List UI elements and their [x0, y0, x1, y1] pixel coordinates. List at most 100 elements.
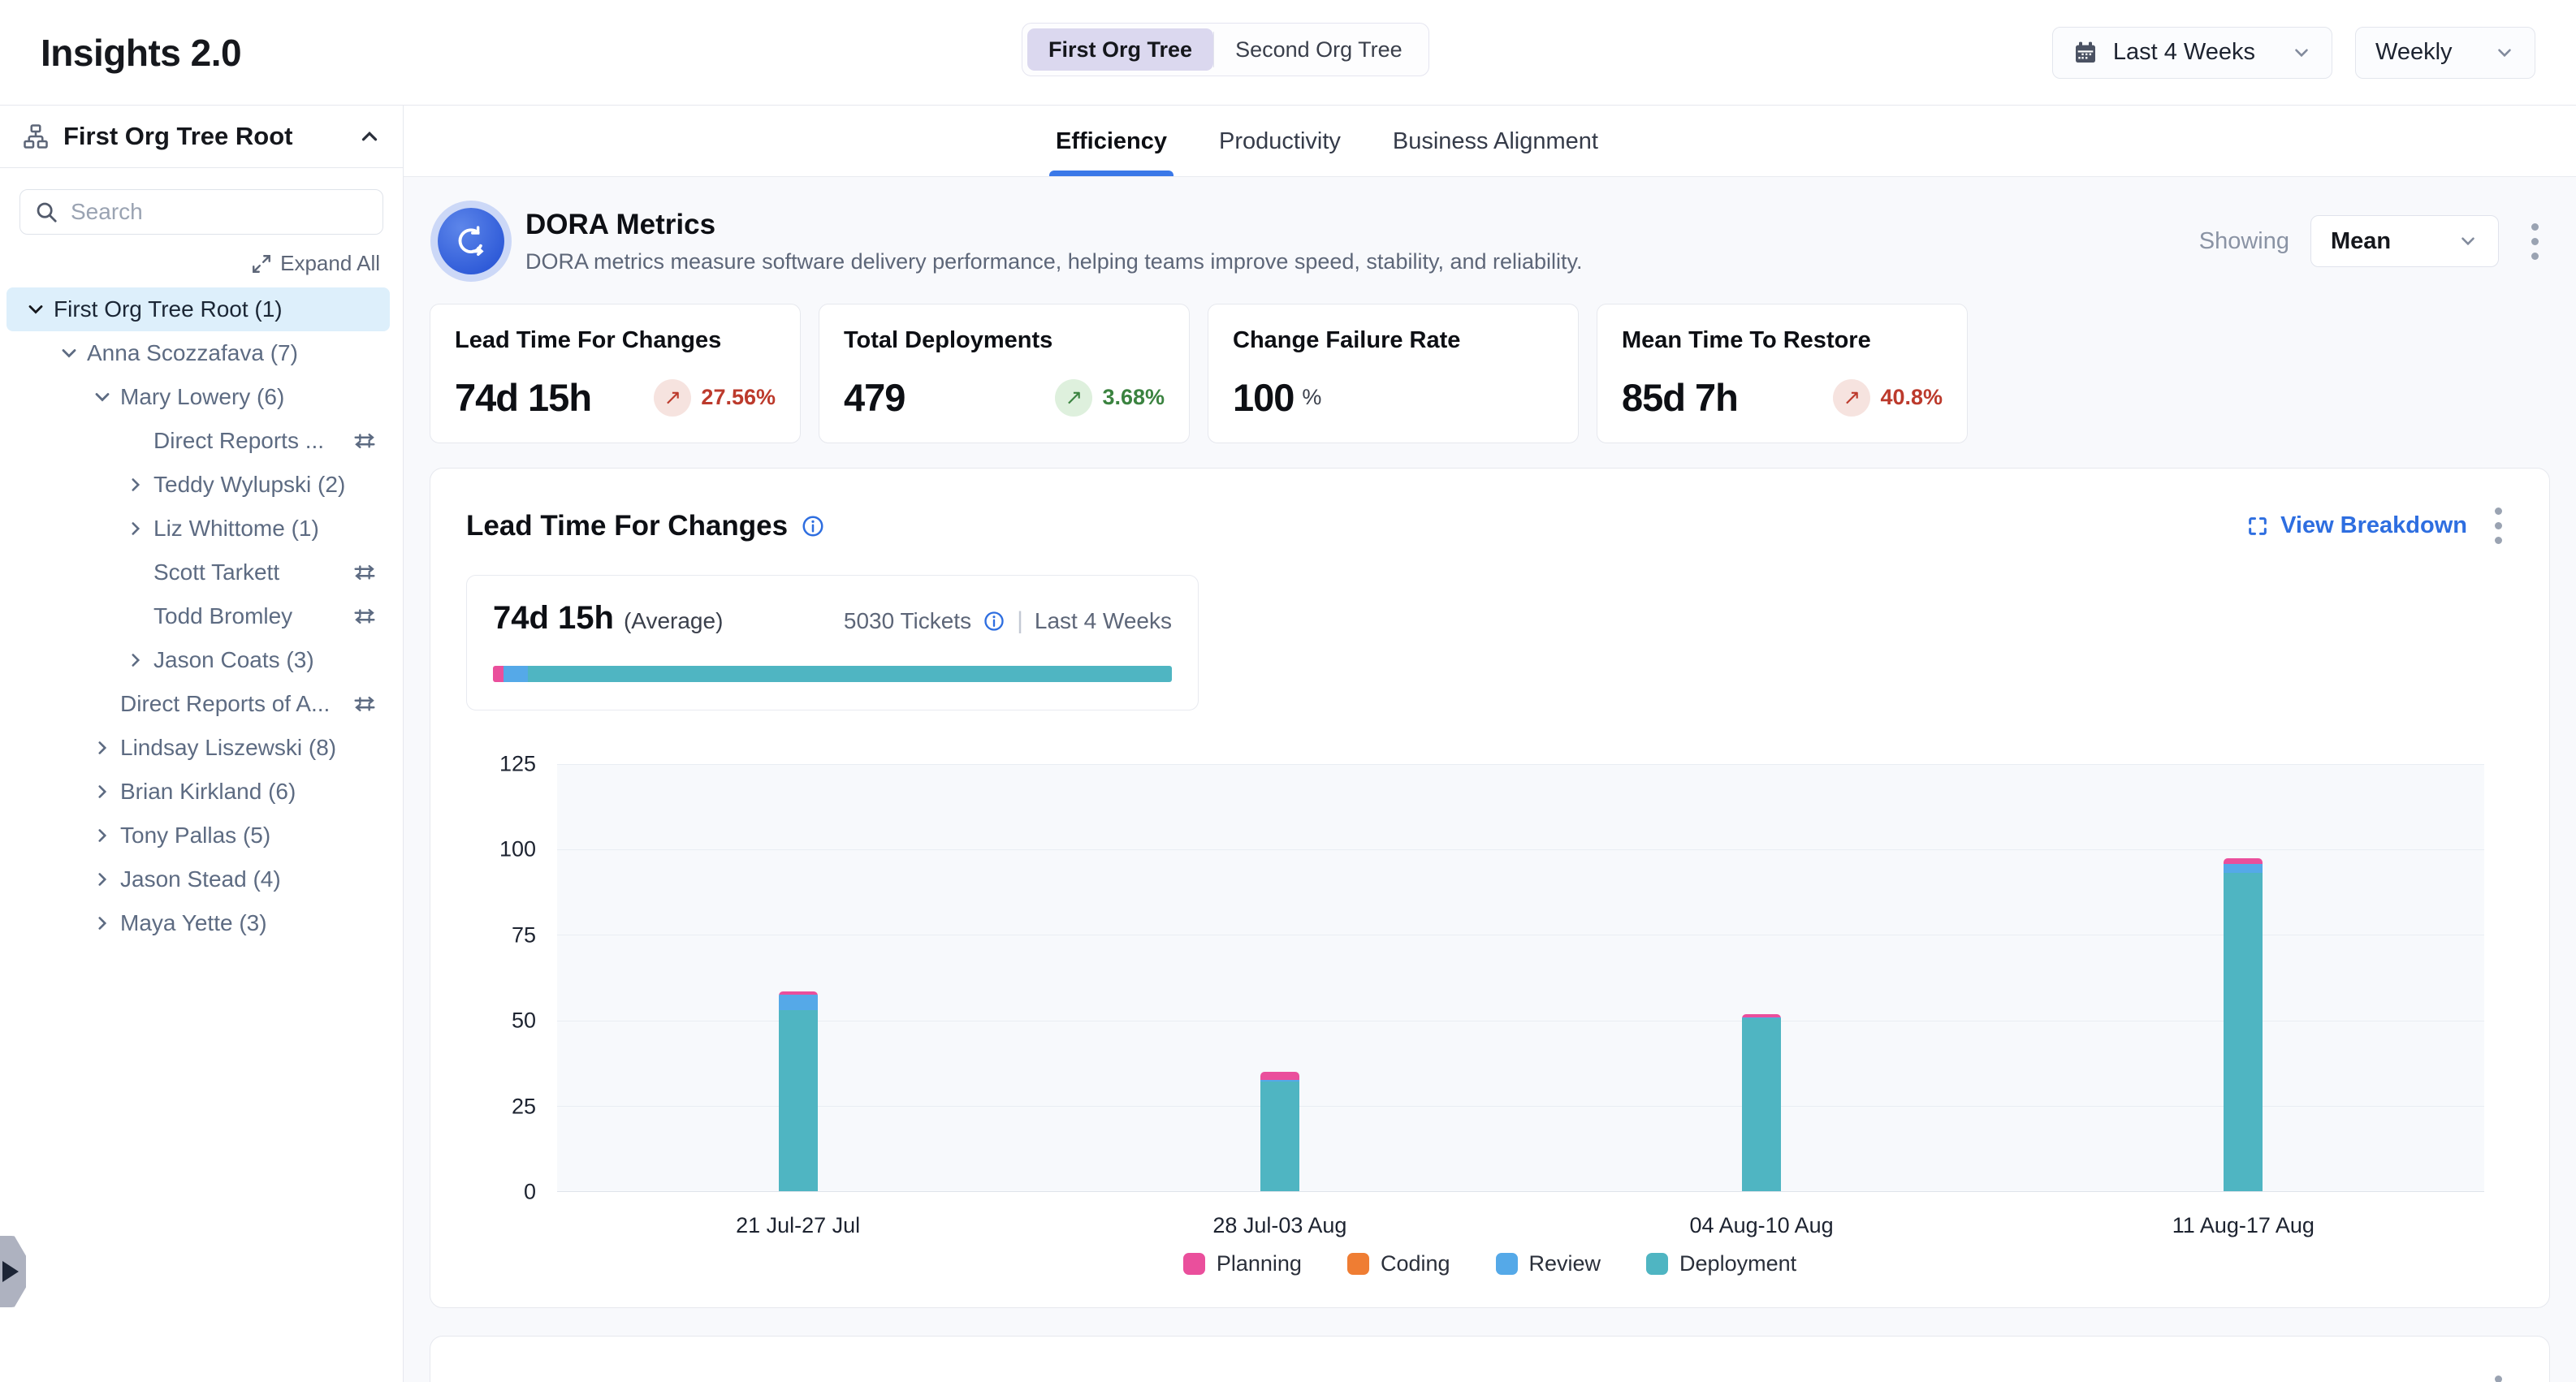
chevron-down-icon[interactable] — [84, 386, 120, 408]
period-select[interactable]: Last 4 Weeks — [2052, 27, 2332, 79]
org-tree-tab[interactable]: Second Org Tree — [1214, 28, 1424, 71]
x-axis-label: 11 Aug-17 Aug — [2172, 1213, 2315, 1238]
bar-04-Aug-10-Aug[interactable] — [1742, 1014, 1781, 1191]
legend-label: Coding — [1381, 1251, 1450, 1276]
legend-item-coding[interactable]: Coding — [1347, 1251, 1450, 1276]
period-select-value: Last 4 Weeks — [2113, 39, 2255, 66]
showing-label: Showing — [2199, 228, 2289, 255]
trend-up-icon: ↗ — [1055, 379, 1092, 417]
chevron-right-icon[interactable] — [118, 518, 153, 539]
org-tree-root-label: First Org Tree Root — [63, 122, 344, 151]
filter-settings-icon[interactable] — [351, 690, 378, 718]
tree-item[interactable]: Brian Kirkland (6) — [6, 770, 390, 814]
tree-item-label: Jason Coats (3) — [153, 647, 314, 673]
y-axis-tick: 25 — [466, 1094, 536, 1119]
chevron-right-icon[interactable] — [84, 737, 120, 758]
lead-time-chart: 025507510012521 Jul-27 Jul28 Jul-03 Aug0… — [466, 746, 2513, 1245]
stat-card-title: Lead Time For Changes — [455, 327, 776, 354]
search-icon — [34, 200, 58, 224]
tree-item-label: Brian Kirkland (6) — [120, 779, 296, 805]
summary-divider: | — [1017, 607, 1023, 635]
legend-label: Deployment — [1679, 1251, 1796, 1276]
search-input[interactable] — [19, 189, 383, 235]
info-icon[interactable] — [983, 610, 1005, 633]
sidebar: First Org Tree Root Expand All First Org… — [0, 106, 404, 1382]
chevron-right-icon[interactable] — [84, 825, 120, 846]
summary-qualifier: (Average) — [624, 608, 723, 634]
bar-28-Jul-03-Aug[interactable] — [1260, 1072, 1299, 1191]
chevron-down-icon[interactable] — [51, 342, 87, 365]
granularity-select[interactable]: Weekly — [2355, 27, 2535, 79]
filter-settings-icon[interactable] — [351, 427, 378, 455]
legend-swatch — [1347, 1253, 1369, 1275]
legend-label: Planning — [1217, 1251, 1302, 1276]
tab-productivity[interactable]: Productivity — [1219, 128, 1341, 176]
tree-item[interactable]: First Org Tree Root (1) — [6, 287, 390, 331]
org-tree-header[interactable]: First Org Tree Root — [0, 106, 403, 168]
chevron-right-icon[interactable] — [118, 474, 153, 495]
tree-item[interactable]: Teddy Wylupski (2) — [6, 463, 390, 507]
legend-item-review[interactable]: Review — [1496, 1251, 1601, 1276]
filter-settings-icon[interactable] — [351, 602, 378, 630]
sidebar-collapse-handle[interactable] — [0, 1236, 26, 1307]
dora-kebab-menu[interactable] — [2520, 215, 2550, 268]
stat-card-unit: % — [1302, 385, 1321, 410]
chevron-right-icon[interactable] — [84, 913, 120, 934]
chevron-right-icon[interactable] — [84, 869, 120, 890]
bar-21-Jul-27-Jul[interactable] — [779, 991, 818, 1191]
stat-card-value: 479 — [844, 375, 905, 420]
tree-item[interactable]: Direct Reports ... — [6, 419, 390, 463]
chevron-down-icon — [2457, 231, 2479, 252]
lead-time-title: Lead Time For Changes — [466, 510, 788, 542]
tree-item[interactable]: Maya Yette (3) — [6, 901, 390, 945]
dora-metrics-icon — [438, 208, 504, 274]
x-axis-label: 21 Jul-27 Jul — [736, 1213, 860, 1238]
tree-item[interactable]: Lindsay Liszewski (8) — [6, 726, 390, 770]
stat-card: Total Deployments479↗3.68% — [819, 304, 1190, 443]
tree-item[interactable]: Todd Bromley — [6, 594, 390, 638]
org-chart-icon — [21, 122, 50, 151]
tree-item[interactable]: Anna Scozzafava (7) — [6, 331, 390, 375]
app-header: Insights 2.0 First Org TreeSecond Org Tr… — [0, 0, 2576, 106]
y-axis-tick: 0 — [466, 1180, 536, 1205]
stat-card-value: 100 — [1233, 375, 1294, 420]
chevron-right-icon[interactable] — [118, 650, 153, 671]
showing-select[interactable]: Mean — [2310, 215, 2499, 267]
view-breakdown-label: View Breakdown — [2280, 512, 2467, 539]
bar-segment-deployment — [779, 1010, 818, 1191]
tree-item[interactable]: Jason Coats (3) — [6, 638, 390, 682]
filter-settings-icon[interactable] — [351, 559, 378, 586]
chevron-right-icon[interactable] — [84, 781, 120, 802]
tree-item[interactable]: Liz Whittome (1) — [6, 507, 390, 551]
bar-11-Aug-17-Aug[interactable] — [2224, 858, 2263, 1191]
dora-title: DORA Metrics — [525, 209, 1583, 241]
info-icon[interactable] — [801, 514, 825, 538]
content: DORA Metrics DORA metrics measure softwa… — [404, 177, 2576, 1382]
chevron-down-icon[interactable] — [18, 298, 54, 321]
lead-time-view-breakdown[interactable]: View Breakdown — [2246, 512, 2467, 539]
x-axis-label: 04 Aug-10 Aug — [1690, 1213, 1834, 1238]
tree-item[interactable]: Tony Pallas (5) — [6, 814, 390, 857]
tree-item-label: Anna Scozzafava (7) — [87, 340, 298, 366]
expand-all-button[interactable]: Expand All — [251, 251, 380, 276]
distribution-segment-deployment — [528, 666, 1172, 682]
deployment-frequency-kebab-menu[interactable] — [2483, 1367, 2513, 1382]
bar-segment-review — [779, 995, 818, 1010]
y-axis-tick: 75 — [466, 922, 536, 948]
tree-item[interactable]: Direct Reports of A... — [6, 682, 390, 726]
stat-card-delta: 3.68% — [1102, 385, 1165, 410]
tree-item[interactable]: Jason Stead (4) — [6, 857, 390, 901]
chevron-up-icon[interactable] — [357, 124, 382, 149]
stat-card-title: Mean Time To Restore — [1622, 327, 1943, 354]
tab-efficiency[interactable]: Efficiency — [1056, 128, 1167, 176]
trend-up-icon: ↗ — [654, 379, 691, 417]
bar-segment-review — [2224, 864, 2263, 873]
tab-business-alignment[interactable]: Business Alignment — [1393, 128, 1598, 176]
org-tree-tab[interactable]: First Org Tree — [1027, 28, 1213, 71]
legend-item-deployment[interactable]: Deployment — [1646, 1251, 1796, 1276]
tree-item-label: First Org Tree Root (1) — [54, 296, 283, 322]
lead-time-kebab-menu[interactable] — [2483, 499, 2513, 552]
tree-item[interactable]: Mary Lowery (6) — [6, 375, 390, 419]
legend-item-planning[interactable]: Planning — [1183, 1251, 1302, 1276]
tree-item[interactable]: Scott Tarkett — [6, 551, 390, 594]
